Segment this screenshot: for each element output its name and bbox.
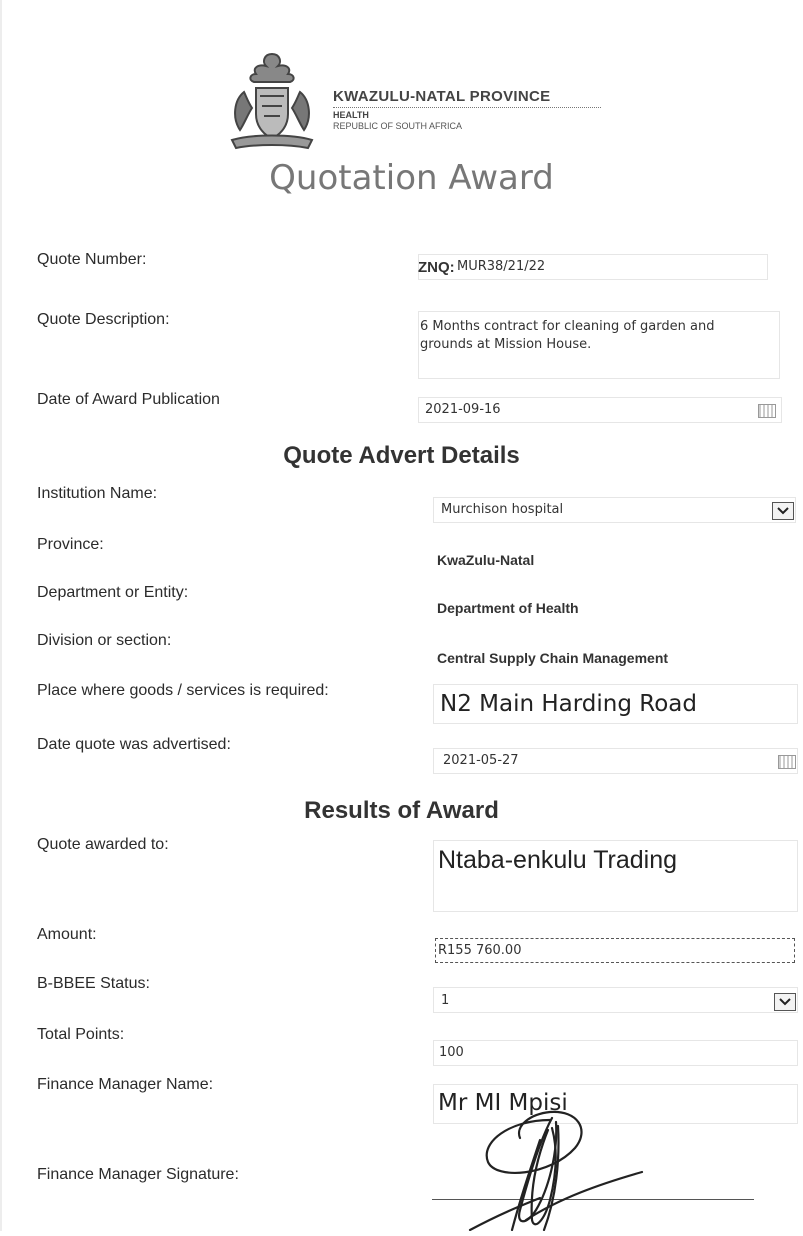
bbbee-select[interactable] — [433, 987, 798, 1013]
institution-label: Institution Name: — [37, 485, 158, 502]
department-name: HEALTH — [333, 110, 369, 120]
division-value: Central Supply Chain Management — [437, 650, 669, 666]
quote-number-prefix: ZNQ: — [418, 259, 455, 276]
calendar-icon[interactable] — [758, 404, 776, 418]
total-points-field[interactable] — [433, 1040, 798, 1066]
place-label: Place where goods / services is required… — [37, 682, 329, 699]
department-value: Department of Health — [437, 600, 579, 616]
province-name: KWAZULU-NATAL PROVINCE — [333, 88, 551, 105]
province-value: KwaZulu-Natal — [437, 552, 535, 568]
quote-description-label: Quote Description: — [37, 311, 170, 328]
province-label: Province: — [37, 536, 104, 553]
amount-value: R155 760.00 — [438, 943, 522, 958]
quote-description-value: 6 Months contract for cleaning of garden… — [420, 319, 715, 352]
place-value: N2 Main Harding Road — [440, 691, 697, 717]
awarded-to-label: Quote awarded to: — [37, 836, 169, 853]
finance-signature-label: Finance Manager Signature: — [37, 1166, 239, 1183]
chevron-down-icon[interactable] — [774, 993, 796, 1011]
quote-number-value: MUR38/21/22 — [457, 259, 546, 274]
quotation-award-page: KWAZULU-NATAL PROVINCE HEALTH REPUBLIC O… — [0, 0, 803, 1232]
handwritten-signature — [440, 1080, 660, 1232]
award-date-label: Date of Award Publication — [37, 391, 220, 408]
finance-manager-label: Finance Manager Name: — [37, 1076, 214, 1093]
total-points-label: Total Points: — [37, 1026, 125, 1043]
quote-number-label: Quote Number: — [37, 251, 147, 268]
bbbee-value: 1 — [441, 993, 450, 1008]
calendar-icon[interactable] — [778, 755, 796, 769]
advert-details-heading: Quote Advert Details — [283, 442, 520, 469]
chevron-down-icon[interactable] — [772, 502, 794, 520]
coat-of-arms-icon — [222, 48, 322, 152]
advertised-date-label: Date quote was advertised: — [37, 736, 231, 753]
amount-label: Amount: — [37, 926, 97, 943]
bbbee-label: B-BBEE Status: — [37, 975, 150, 992]
institution-value: Murchison hospital — [441, 502, 564, 517]
department-label: Department or Entity: — [37, 584, 189, 601]
advertised-date-value: 2021-05-27 — [443, 753, 519, 768]
results-heading: Results of Award — [304, 797, 499, 824]
division-label: Division or section: — [37, 632, 172, 649]
award-date-value: 2021-09-16 — [425, 402, 501, 417]
page-title: Quotation Award — [269, 158, 554, 198]
country-name: REPUBLIC OF SOUTH AFRICA — [333, 121, 463, 131]
header-rule — [333, 107, 601, 108]
total-points-value: 100 — [439, 1045, 464, 1060]
awarded-to-value: Ntaba-enkulu Trading — [438, 846, 678, 874]
